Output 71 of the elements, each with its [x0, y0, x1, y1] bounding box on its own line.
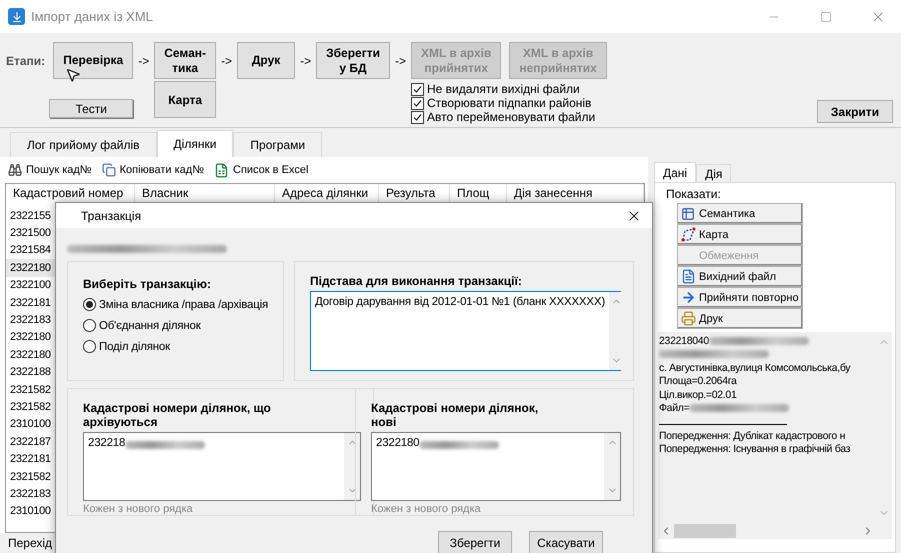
app-icon [8, 8, 25, 25]
binoculars-icon [8, 163, 22, 177]
info-text: Площа=0.2064га [659, 375, 737, 388]
action-button[interactable]: Прийняти повторно [677, 287, 803, 308]
radio-option[interactable]: Зміна власника /права /архівація [83, 294, 271, 315]
table-cell: 2321582 [10, 470, 51, 483]
dialog-title: Транзакція [81, 208, 142, 222]
table-cell: 2322181 [10, 453, 51, 466]
stages-label: Етапи: [6, 54, 46, 68]
table-cell: 2321582 [10, 384, 51, 396]
action-button[interactable]: Вихідний файл [677, 266, 803, 287]
tests-button[interactable]: Тести [49, 99, 134, 118]
table-cell: 2322180 [10, 262, 51, 274]
info-text: Попередження: Дублікат кадастрового н [659, 430, 846, 442]
stage-button[interactable]: Друк [237, 42, 296, 79]
table-cell: 2322180 [10, 331, 51, 344]
toolbar-button[interactable]: Список в Excel [214, 162, 308, 178]
show-label: Показати: [665, 187, 722, 203]
numbers-field[interactable]: 2322180 [371, 432, 621, 501]
info-text: Файл= [659, 402, 690, 414]
table-cell: 2322188 [10, 366, 51, 378]
option-checkbox[interactable]: Не видаляти вихідні файли [410, 82, 628, 96]
window-title: Імпорт даних із XML [31, 9, 154, 24]
tab[interactable]: Дані [654, 162, 696, 182]
mouse-pointer-icon [65, 67, 82, 83]
toolbar-button[interactable]: Пошук кад№ [8, 163, 92, 177]
group-title: Кадастрові номери ділянок, нові [371, 401, 540, 429]
action-button[interactable]: Карта [677, 224, 803, 245]
info-text: 232218040 [659, 334, 709, 347]
dialog-button[interactable]: Зберегти [438, 531, 512, 553]
toolbar-button[interactable]: Копіювати кад№ [102, 163, 204, 177]
info-text: с. Августинівка,вулиця Комсомольська,бу [659, 362, 850, 374]
stage-button[interactable]: Семан- тика [154, 42, 216, 79]
numbers-field[interactable]: 232218 [83, 432, 361, 501]
tab[interactable]: Лог прийому файлів [10, 132, 157, 157]
radio-option[interactable]: Поділ ділянок [83, 336, 271, 357]
option-checkbox[interactable]: Авто перейменовувати файли [410, 110, 628, 124]
action-button[interactable]: Друк [677, 308, 803, 329]
stage-button[interactable]: Карта [154, 81, 216, 118]
group-title: Виберіть транзакцію: [83, 277, 212, 291]
info-text: Попередження: Існування в графічній баз [659, 443, 850, 456]
stage-button[interactable]: Зберегти у БД [316, 42, 390, 79]
stage-arrow: -> [299, 54, 312, 68]
tab[interactable]: Програми [233, 132, 322, 157]
stage-arrow: -> [137, 54, 150, 68]
table-icon [681, 206, 695, 220]
hint-text: Кожен з нового рядка [83, 503, 194, 515]
dialog-button[interactable]: Скасувати [529, 531, 603, 553]
arrow-icon [680, 290, 696, 305]
stage-arrow: -> [220, 54, 234, 68]
polygon-icon [680, 227, 696, 242]
document-copy-icon [102, 163, 116, 177]
hint-text: Кожен з нового рядка [371, 503, 482, 515]
spreadsheet-icon [214, 162, 230, 178]
table-cell: 2322183 [10, 488, 51, 500]
scroll-thumb[interactable] [674, 524, 736, 538]
info-text: Ціл.викор.=02.01 [659, 388, 737, 401]
stage-arrow: -> [394, 54, 407, 68]
action-button[interactable]: Семантика [677, 203, 803, 224]
radio-option[interactable]: Об'єднання ділянок [83, 315, 271, 336]
printer-icon [680, 311, 696, 326]
table-cell: 2321500 [10, 227, 51, 240]
close-button[interactable]: Закрити [817, 100, 893, 123]
group-title: Підстава для виконання транзакції: [310, 274, 523, 288]
document-icon [680, 269, 696, 284]
group-title: Кадастрові номери ділянок, що архівуються [83, 401, 272, 429]
stage-button[interactable]: Перевірка [53, 42, 134, 79]
tab[interactable]: Ділянки [156, 130, 234, 157]
table-cell: 2321584 [10, 244, 51, 256]
option-checkbox[interactable]: Створювати підпапки районів [410, 96, 628, 110]
tab[interactable]: Дія [696, 164, 732, 182]
